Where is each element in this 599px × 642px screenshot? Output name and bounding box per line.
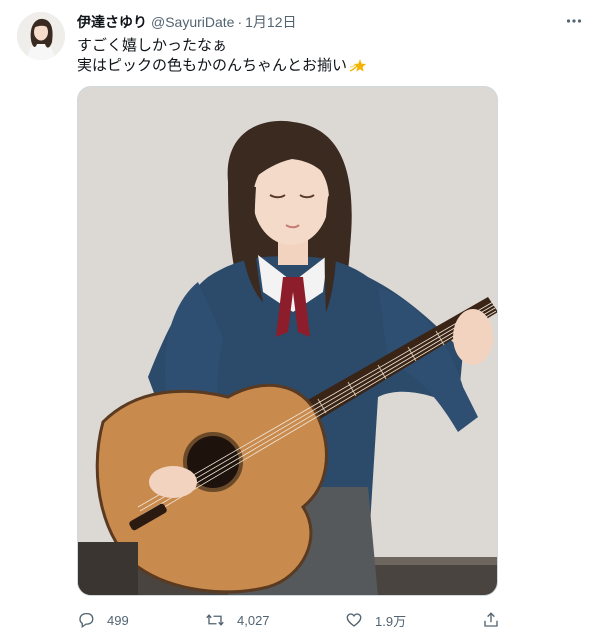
tweet-header: 伊達さゆり @SayuriDate · 1月12日: [77, 12, 297, 32]
girl-playing-acoustic-guitar-photo: [78, 87, 497, 595]
author-name[interactable]: 伊達さゆり: [77, 12, 147, 32]
tweet-media-photo[interactable]: [77, 86, 498, 596]
retweet-button[interactable]: 4,027: [205, 608, 270, 632]
reply-button[interactable]: 499: [77, 608, 129, 632]
separator-dot: ·: [237, 14, 243, 30]
tweet-text-line-1: すごく嬉しかったなぁ: [77, 37, 228, 54]
avatar[interactable]: [17, 12, 65, 60]
like-count: 1.9万: [375, 613, 407, 629]
tweet-card[interactable]: 伊達さゆり @SayuriDate · 1月12日 すごく嬉しかったなぁ 実はピ…: [0, 0, 599, 642]
tweet-date[interactable]: 1月12日: [245, 12, 296, 32]
tweet-text-line-2-wrap: 実はピックの色もかのんちゃんとお揃い: [77, 56, 367, 76]
share-button[interactable]: [482, 608, 500, 632]
tweet-text: すごく嬉しかったなぁ 実はピックの色もかのんちゃんとお揃い: [77, 36, 367, 76]
retweet-icon: [205, 611, 225, 629]
reply-count: 499: [107, 612, 129, 628]
more-options-icon[interactable]: [565, 12, 583, 30]
tweet-actions: 499 4,027 1.9万: [77, 608, 517, 632]
retweet-count: 4,027: [237, 612, 270, 628]
like-button[interactable]: 1.9万: [345, 608, 406, 632]
reply-icon: [77, 611, 95, 629]
tweet-text-line-2: 実はピックの色もかのんちゃんとお揃い: [77, 57, 348, 74]
avatar-image: [17, 12, 65, 60]
author-handle[interactable]: @SayuriDate: [151, 14, 234, 30]
share-icon: [482, 611, 500, 629]
sparkles-star-emoji: [349, 57, 367, 75]
heart-icon: [345, 611, 363, 629]
